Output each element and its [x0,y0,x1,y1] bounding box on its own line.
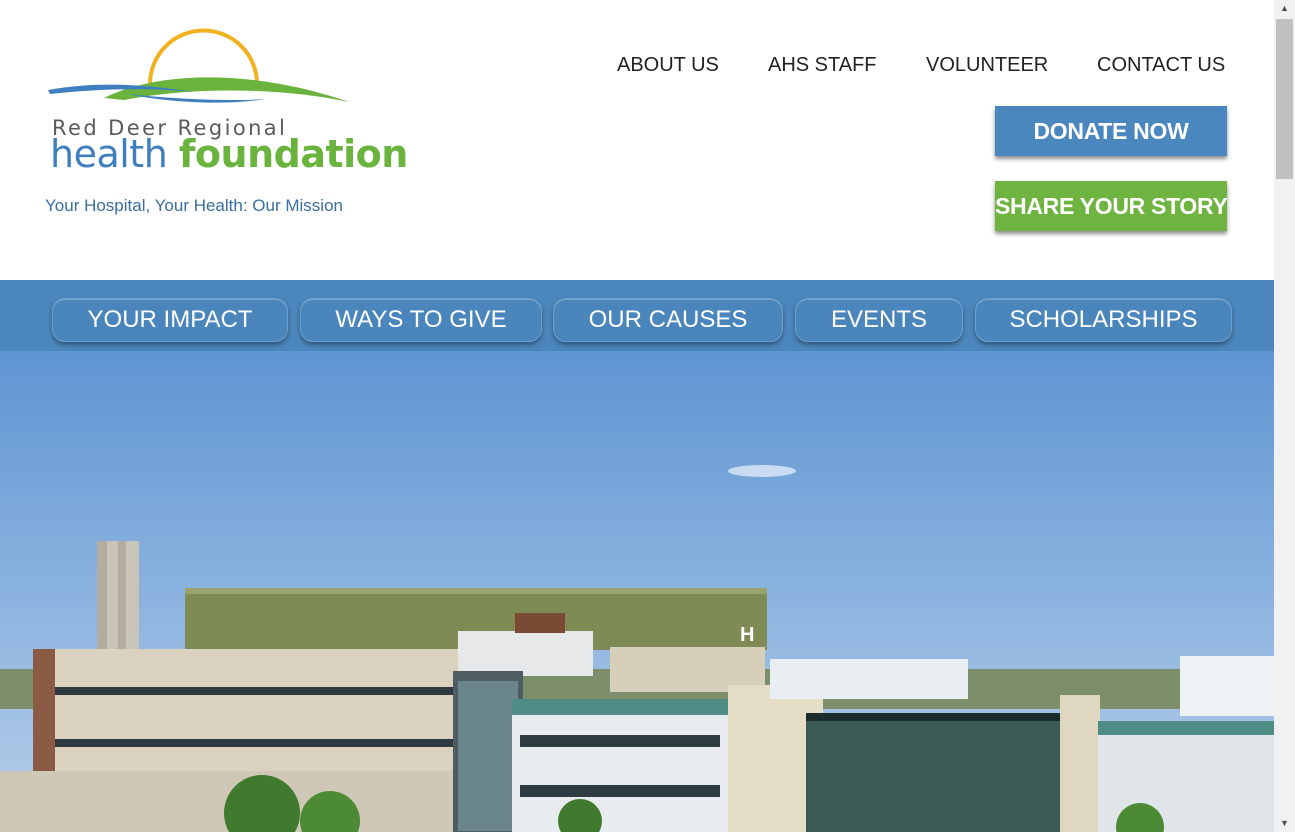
logo-text-foundation: foundation [178,132,408,176]
main-nav-ways-to-give[interactable]: WAYS TO GIVE [300,298,542,342]
scroll-down-arrow-icon[interactable]: ▼ [1274,815,1295,832]
main-nav-scholarships[interactable]: SCHOLARSHIPS [975,298,1232,342]
main-nav: YOUR IMPACT WAYS TO GIVE OUR CAUSES EVEN… [0,280,1274,351]
site-logo[interactable]: Red Deer Regional health foundation Your… [44,28,408,228]
share-your-story-button[interactable]: SHARE YOUR STORY [995,181,1228,231]
logo-text-health: health [50,132,168,176]
scroll-up-arrow-icon[interactable]: ▲ [1274,0,1295,17]
donate-now-button[interactable]: DONATE NOW [995,106,1227,156]
top-nav: ABOUT US AHS STAFF VOLUNTEER CONTACT US [600,54,1240,80]
top-nav-volunteer[interactable]: VOLUNTEER [926,54,1048,77]
top-nav-about-us[interactable]: ABOUT US [617,54,719,77]
main-nav-our-causes[interactable]: OUR CAUSES [553,298,783,342]
main-nav-events[interactable]: EVENTS [795,298,963,342]
hero-image-hospital: H [0,351,1274,832]
logo-sun-hills-icon [48,28,349,103]
main-nav-your-impact[interactable]: YOUR IMPACT [52,298,288,342]
site-header: Red Deer Regional health foundation Your… [0,0,1274,280]
tagline: Your Hospital, Your Health: Our Mission [45,196,343,215]
helipad-letter: H [740,624,754,646]
top-nav-contact-us[interactable]: CONTACT US [1097,54,1225,77]
hospital-photo: H [0,351,1274,832]
top-nav-ahs-staff[interactable]: AHS STAFF [768,54,877,77]
vertical-scrollbar[interactable]: ▲ ▼ [1274,0,1295,832]
page: Red Deer Regional health foundation Your… [0,0,1274,832]
scrollbar-thumb[interactable] [1276,19,1293,179]
logo-text-brand: health foundation [50,132,408,176]
